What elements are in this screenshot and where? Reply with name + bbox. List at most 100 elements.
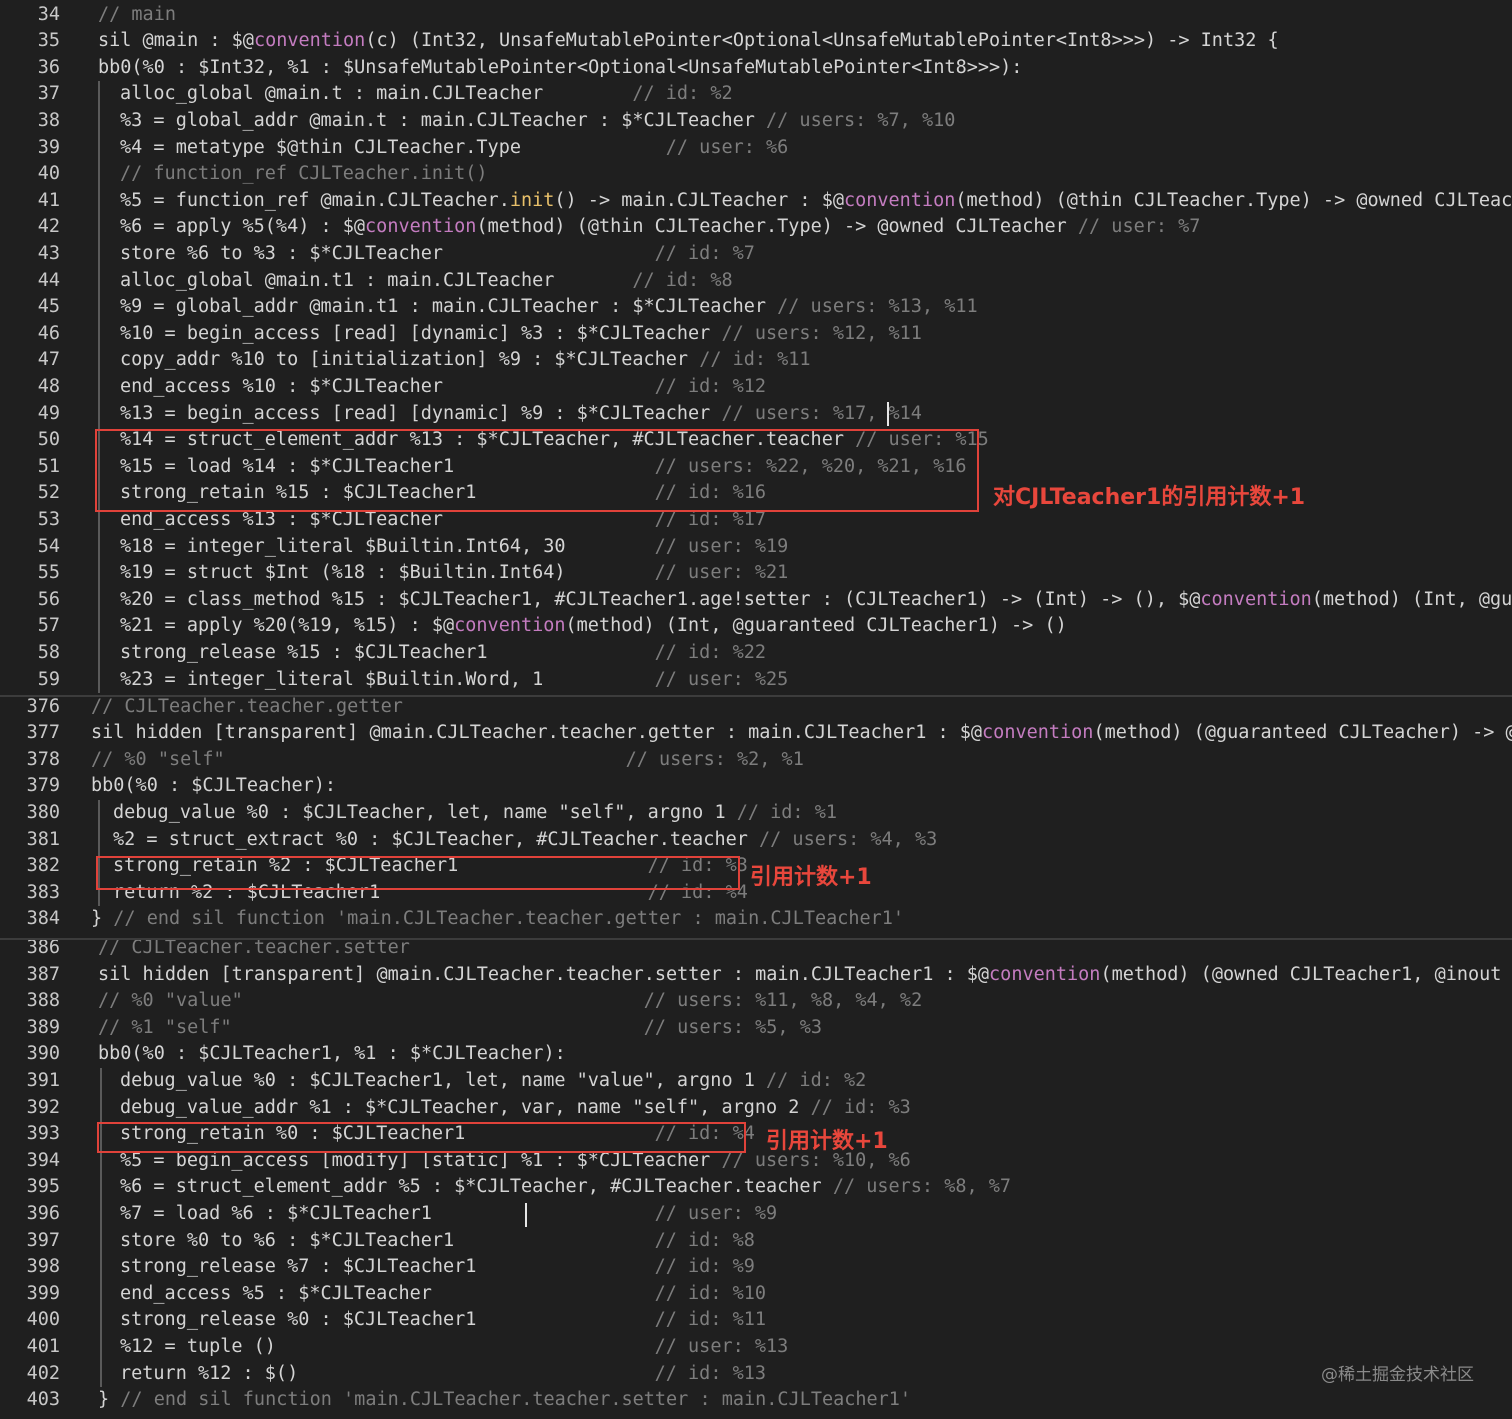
code-line: 381 %2 = struct_extract %0 : $CJLTeacher,… [0,827,1512,854]
code-text: sil @main : $@convention(c) (Int32, Unsa… [98,28,1279,55]
code-text: store %0 to %6 : $*CJLTeacher1 // id: %8 [120,1228,755,1255]
code-comment: // id: %11 [654,1309,767,1331]
line-number: 45 [37,296,60,318]
code-token: %19 = struct $Int (%18 : $Builtin.Int64) [120,562,655,584]
highlight-box-setter [97,1122,746,1153]
code-text: strong_release %7 : $CJLTeacher1 // id: … [120,1254,755,1281]
code-line: 389 // %1 "self" // users: %5, %3 [0,1015,1512,1042]
code-text: } // end sil function 'main.CJLTeacher.t… [98,1387,911,1414]
line-number: 46 [37,322,60,344]
code-token: strong_release %7 : $CJLTeacher1 [120,1256,655,1278]
text-cursor [887,402,889,426]
code-line: 395 %6 = struct_element_addr %5 : $*CJLTe… [0,1174,1512,1201]
code-text: alloc_global @main.t : main.CJLTeacher /… [120,81,733,108]
code-token: %6 = struct_element_addr %5 : $*CJLTeach… [120,1176,833,1198]
code-line: 377 sil hidden [transparent] @main.CJLTea… [0,720,1512,747]
code-line: 397 store %0 to %6 : $*CJLTeacher1 // id:… [0,1228,1512,1255]
code-line: 54 %18 = integer_literal $Builtin.Int64, … [0,534,1512,561]
code-token: %7 = load %6 : $*CJLTeacher1 [120,1203,655,1224]
line-number: 397 [26,1229,60,1251]
code-comment: // user: %19 [654,535,789,557]
code-comment: // users: %13, %11 [777,296,978,318]
code-comment: // users: %8, %7 [832,1176,1012,1198]
code-token: (method) (@thin CJLTeacher.Type) -> @own… [955,189,1512,211]
line-number: 47 [37,349,60,371]
line-number: 389 [26,1016,60,1038]
line-number: 37 [37,83,60,105]
code-token: alloc_global @main.t : main.CJLTeacher [120,83,633,105]
code-line: 384} // end sil function 'main.CJLTeache… [0,906,1512,933]
line-number: 35 [37,30,60,52]
code-comment: // user: %13 [654,1336,789,1357]
highlight-box-main [95,429,979,512]
annotation-getter: 引用计数+1 [750,865,872,890]
code-token: bb0(%0 : $CJLTeacher1, %1 : $*CJLTeacher… [98,1043,566,1065]
code-comment: // id: %2 [632,83,733,105]
line-number: 388 [26,990,60,1012]
code-token: } [98,1389,121,1411]
code-text: alloc_global @main.t1 : main.CJLTeacher … [120,268,733,295]
code-token: (method) (@guaranteed CJLTeacher) -> @ow… [1093,722,1512,744]
line-number: 49 [37,402,60,424]
code-line: 388 // %0 "value" // users: %11, %8, %4, … [0,988,1512,1015]
code-comment: // id: %11 [699,349,811,371]
code-line: 403} // end sil function 'main.CJLTeache… [0,1387,1512,1414]
watermark: @稀土掘金技术社区 [1321,1365,1474,1385]
code-line: 40 // function_ref CJLTeacher.init() [0,161,1512,188]
line-number: 59 [37,668,60,690]
code-text: %7 = load %6 : $*CJLTeacher1 // user: %9 [120,1201,777,1228]
code-text: debug_value %0 : $CJLTeacher1, let, name… [120,1068,866,1095]
line-number: 395 [26,1176,60,1198]
code-token: (c) (Int32, UnsafeMutablePointer<Optiona… [365,30,1279,52]
code-token: copy_addr %10 to [initialization] %9 : $… [120,349,700,371]
code-text: %6 = struct_element_addr %5 : $*CJLTeach… [120,1174,1011,1201]
code-text: // CJLTeacher.teacher.getter [91,697,403,720]
code-text: return %12 : $() // id: %13 [120,1361,766,1388]
code-keyword: convention [253,30,366,52]
code-token: %12 = tuple () [120,1336,655,1357]
code-text: strong_release %15 : $CJLTeacher1 // id:… [120,640,766,667]
code-comment: // CJLTeacher.teacher.setter [98,940,410,958]
code-text: %6 = apply %5(%4) : $@convention(method)… [120,214,1200,241]
code-token: store %6 to %3 : $*CJLTeacher [120,242,655,264]
code-line: 386 // CJLTeacher.teacher.setter [0,940,1512,962]
code-comment: // end sil function 'main.CJLTeacher.tea… [113,908,905,930]
line-number: 386 [26,940,60,958]
code-text: %23 = integer_literal $Builtin.Word, 1 /… [120,667,788,694]
code-keyword: convention [843,189,956,211]
code-comment: // user: %21 [654,562,789,584]
code-text: %2 = struct_extract %0 : $CJLTeacher, #C… [113,827,937,854]
code-text: copy_addr %10 to [initialization] %9 : $… [120,347,811,374]
code-keyword: convention [982,722,1094,744]
code-line: 49 %13 = begin_access [read] [dynamic] %9… [0,401,1512,428]
code-token: sil hidden [transparent] @main.CJLTeache… [98,963,990,985]
code-text: bb0(%0 : $Int32, %1 : $UnsafeMutablePoin… [98,55,1022,82]
line-number: 54 [37,535,60,557]
code-comment: // id: %9 [654,1256,755,1278]
code-text: // CJLTeacher.teacher.setter [98,940,410,962]
code-text: %10 = begin_access [read] [dynamic] %3 :… [120,321,922,348]
line-number: 379 [26,775,60,797]
code-line: 37 alloc_global @main.t : main.CJLTeacher… [0,81,1512,108]
line-number: 384 [26,908,60,930]
code-text: strong_release %0 : $CJLTeacher1 // id: … [120,1307,766,1334]
code-token: end_access %10 : $*CJLTeacher [120,375,655,397]
code-token: debug_value_addr %1 : $*CJLTeacher, var,… [120,1096,811,1118]
line-number: 43 [37,242,60,264]
code-keyword: convention [1200,588,1312,610]
code-comment: // id: %13 [654,1362,767,1384]
line-number: 391 [26,1070,60,1091]
code-text: // function_ref CJLTeacher.init() [120,161,488,188]
code-text: %19 = struct $Int (%18 : $Builtin.Int64)… [120,560,788,587]
code-keyword: convention [365,216,477,238]
code-line: 399 end_access %5 : $*CJLTeacher // id: %… [0,1281,1512,1308]
code-line: 43 store %6 to %3 : $*CJLTeacher // id: %… [0,241,1512,268]
code-token: (method) (@owned CJLTeacher1, @inout CJL… [1100,963,1502,985]
code-token: (method) (Int, @guaranteed CJLTeacher1) … [565,615,1067,637]
code-token: %13 = begin_access [read] [dynamic] %9 :… [120,402,722,424]
code-token: sil hidden [transparent] @main.CJLTeache… [91,722,983,744]
code-panel-setter: 386 // CJLTeacher.teacher.setter 387 sil hi… [0,940,1512,1419]
line-number: 401 [26,1336,60,1357]
code-line: 380 debug_value %0 : $CJLTeacher, let, na… [0,800,1512,827]
line-number: 36 [37,56,60,78]
